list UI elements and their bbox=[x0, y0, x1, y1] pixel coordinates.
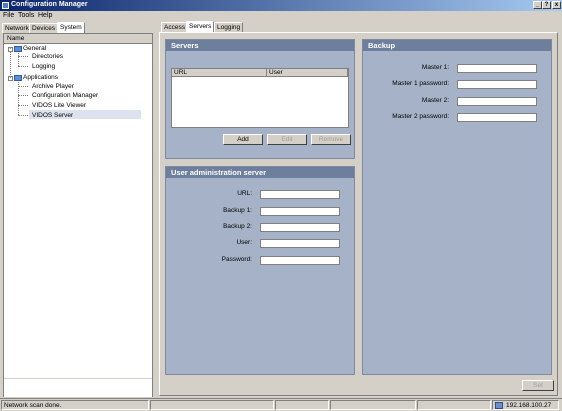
user-admin-panel-title: User administration server bbox=[166, 167, 354, 178]
app-icon bbox=[2, 2, 9, 9]
add-button[interactable]: Add bbox=[223, 134, 263, 145]
backup-1-field[interactable] bbox=[260, 207, 340, 216]
tab-access[interactable]: Access bbox=[161, 22, 188, 32]
master-1-label: Master 1: bbox=[421, 64, 449, 71]
folder-icon bbox=[14, 46, 22, 52]
tree-node-directories[interactable]: Directories bbox=[32, 53, 63, 60]
backup-panel: Backup Master 1: Master 1 password: Mast… bbox=[362, 39, 552, 375]
edit-button[interactable]: Edit bbox=[267, 134, 307, 145]
collapse-icon[interactable]: - bbox=[8, 76, 13, 81]
status-ip-section: 192.168.100.27 bbox=[492, 400, 559, 410]
status-ip: 192.168.100.27 bbox=[506, 402, 552, 409]
backup-2-label: Backup 2: bbox=[223, 223, 252, 230]
tab-logging[interactable]: Logging bbox=[214, 22, 244, 32]
status-section-2 bbox=[150, 400, 274, 410]
status-message: Network scan done. bbox=[4, 402, 62, 409]
column-user[interactable]: User bbox=[267, 69, 348, 77]
menu-bar: File Tools Help bbox=[0, 11, 562, 21]
tab-devices[interactable]: Devices bbox=[29, 23, 59, 33]
status-message-section: Network scan done. bbox=[1, 400, 149, 410]
master-1-password-label: Master 1 password: bbox=[392, 80, 449, 87]
password-field[interactable] bbox=[260, 256, 340, 265]
menu-file[interactable]: File bbox=[3, 12, 14, 19]
set-button[interactable]: Set bbox=[522, 380, 554, 391]
user-label: User: bbox=[236, 239, 252, 246]
status-section-4 bbox=[330, 400, 416, 410]
master-2-field[interactable] bbox=[457, 97, 537, 106]
status-section-5 bbox=[417, 400, 491, 410]
tree-node-vidos-server[interactable]: VIDOS Server bbox=[32, 112, 73, 119]
remove-button[interactable]: Remove bbox=[311, 134, 351, 145]
backup-2-field[interactable] bbox=[260, 223, 340, 232]
column-url[interactable]: URL bbox=[172, 69, 267, 77]
minimize-icon[interactable]: _ bbox=[533, 1, 542, 9]
title-bar: Configuration Manager _ ? x bbox=[0, 0, 562, 11]
status-bar: Network scan done. 192.168.100.27 bbox=[0, 398, 562, 411]
menu-tools[interactable]: Tools bbox=[18, 12, 34, 19]
tab-system[interactable]: System bbox=[57, 22, 85, 33]
tree-node-applications[interactable]: Applications bbox=[23, 74, 58, 81]
close-icon[interactable]: x bbox=[552, 1, 561, 9]
tree-node-vidos-lite-viewer[interactable]: VIDOS Lite Viewer bbox=[32, 102, 86, 109]
collapse-icon[interactable]: - bbox=[8, 47, 13, 52]
status-section-3 bbox=[275, 400, 329, 410]
url-field[interactable] bbox=[260, 190, 340, 199]
tree-column-header[interactable]: Name bbox=[4, 34, 152, 44]
user-admin-panel: User administration server URL: Backup 1… bbox=[165, 166, 355, 375]
network-icon bbox=[495, 402, 503, 409]
servers-panel: Servers URL User Add Edit Remove bbox=[165, 39, 355, 159]
backup-panel-title: Backup bbox=[363, 40, 551, 51]
user-field[interactable] bbox=[260, 239, 340, 248]
tree-node-general[interactable]: General bbox=[23, 45, 46, 52]
tree-node-archive-player[interactable]: Archive Player bbox=[32, 83, 74, 90]
url-label: URL: bbox=[237, 190, 252, 197]
master-2-password-field[interactable] bbox=[457, 113, 537, 122]
password-label: Password: bbox=[221, 256, 252, 263]
backup-1-label: Backup 1: bbox=[223, 207, 252, 214]
tab-servers[interactable]: Servers bbox=[186, 21, 215, 32]
folder-icon bbox=[14, 75, 22, 81]
master-1-password-field[interactable] bbox=[457, 80, 537, 89]
maximize-icon[interactable]: ? bbox=[542, 1, 551, 9]
tab-network[interactable]: Network bbox=[2, 23, 32, 33]
window-title: Configuration Manager bbox=[11, 1, 88, 8]
servers-list[interactable]: URL User bbox=[171, 68, 349, 128]
tree-node-configuration-manager[interactable]: Configuration Manager bbox=[32, 92, 98, 99]
master-2-password-label: Master 2 password: bbox=[392, 113, 449, 120]
system-tree[interactable]: Name - General Directories Logging - App… bbox=[3, 33, 153, 397]
tree-footer-area bbox=[4, 378, 152, 397]
servers-panel-title: Servers bbox=[166, 40, 354, 51]
master-1-field[interactable] bbox=[457, 64, 537, 73]
menu-help[interactable]: Help bbox=[38, 12, 52, 19]
tree-node-logging[interactable]: Logging bbox=[32, 63, 55, 70]
master-2-label: Master 2: bbox=[421, 97, 449, 104]
